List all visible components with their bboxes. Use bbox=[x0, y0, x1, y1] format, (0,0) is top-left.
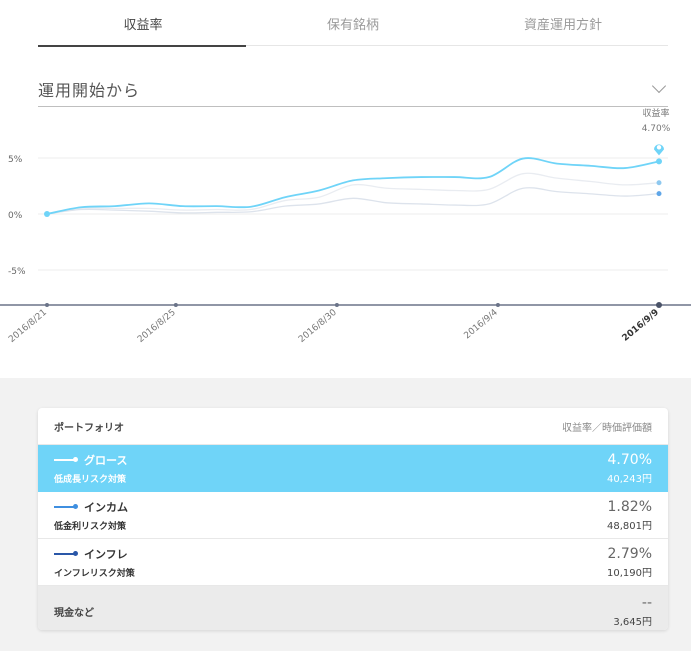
portfolio-return: 1.82% bbox=[607, 498, 652, 515]
portfolio-row-inflation[interactable]: インフレ インフレリスク対策 2.79% 10,190円 bbox=[38, 539, 668, 586]
y-tick-label: 0% bbox=[8, 211, 23, 221]
legend-line-icon bbox=[54, 456, 78, 462]
portfolio-header-title: ポートフォリオ bbox=[54, 422, 124, 434]
series-line-growth bbox=[46, 157, 660, 215]
x-tick-mark bbox=[495, 303, 500, 307]
series-end-point-growth bbox=[656, 158, 662, 165]
x-tick-mark bbox=[45, 303, 49, 307]
y-tick-label: 5% bbox=[8, 155, 23, 165]
legend-line-icon bbox=[54, 550, 78, 556]
series-end-point-inflation bbox=[656, 180, 662, 186]
cash-label: 現金など bbox=[54, 608, 94, 619]
portfolio-return: 4.70% bbox=[607, 451, 652, 468]
x-tick-label: 2016/8/21 bbox=[7, 308, 49, 345]
portfolio-header-metric: 収益率／時価評価額 bbox=[562, 422, 652, 434]
series-line-inflation bbox=[46, 172, 660, 215]
portfolio-amount: 48,801円 bbox=[607, 520, 652, 532]
x-tick-label: 2016/9/4 bbox=[462, 307, 500, 341]
portfolio-header: ポートフォリオ 収益率／時価評価額 bbox=[38, 408, 668, 445]
portfolio-name: インフレ bbox=[84, 547, 128, 561]
x-tick-mark bbox=[656, 302, 662, 308]
location-pin-icon bbox=[654, 144, 664, 156]
portfolio-row-cash: 現金など -- 3,645円 bbox=[38, 586, 668, 630]
x-tick-label: 2016/8/25 bbox=[136, 308, 178, 345]
tab-return-rate[interactable]: 収益率 bbox=[38, 0, 248, 47]
x-tick-mark bbox=[173, 303, 178, 307]
tab-investment-policy[interactable]: 資産運用方針 bbox=[458, 0, 668, 46]
series-line-income bbox=[46, 187, 660, 215]
portfolio-amount: 40,243円 bbox=[607, 473, 652, 485]
legend-line-icon bbox=[54, 503, 78, 509]
portfolio-row-growth[interactable]: グロース 低成長リスク対策 4.70% 40,243円 bbox=[38, 445, 668, 492]
portfolio-section: ポートフォリオ 収益率／時価評価額 グロース 低成長リスク対策 4.70% 40… bbox=[0, 378, 691, 651]
series-end-point-income bbox=[656, 191, 662, 197]
portfolio-subtitle: 低金利リスク対策 bbox=[54, 521, 127, 532]
portfolio-subtitle: インフレリスク対策 bbox=[54, 568, 135, 579]
portfolio-subtitle: 低成長リスク対策 bbox=[54, 474, 127, 485]
x-tick-label: 2016/9/9 bbox=[621, 308, 661, 344]
x-tick-mark bbox=[334, 303, 339, 307]
portfolio-name: グロース bbox=[84, 453, 128, 467]
return-chart: 5% 0% -5% 収益率 4.70% 2016/8/21 2016/8/25 20… bbox=[0, 107, 691, 345]
chevron-down-icon bbox=[651, 78, 667, 94]
portfolio-return: 2.79% bbox=[607, 545, 652, 562]
portfolio-row-income[interactable]: インカム 低金利リスク対策 1.82% 48,801円 bbox=[38, 492, 668, 539]
y-tick-label: -5% bbox=[8, 267, 26, 277]
callout-value: 4.70% bbox=[642, 124, 671, 134]
tab-holdings[interactable]: 保有銘柄 bbox=[248, 0, 458, 46]
portfolio-amount: 10,190円 bbox=[607, 567, 652, 579]
x-tick-label: 2016/8/30 bbox=[297, 307, 339, 344]
cash-amount: 3,645円 bbox=[613, 617, 652, 628]
cash-return: -- bbox=[641, 595, 652, 611]
callout-label: 収益率 bbox=[642, 107, 669, 119]
series-start-point bbox=[44, 211, 50, 217]
tab-bar: 収益率 保有銘柄 資産運用方針 bbox=[38, 0, 668, 47]
portfolio-name: インカム bbox=[84, 500, 128, 514]
period-select-value: 運用開始から bbox=[38, 81, 141, 100]
portfolio-card: ポートフォリオ 収益率／時価評価額 グロース 低成長リスク対策 4.70% 40… bbox=[38, 408, 668, 630]
